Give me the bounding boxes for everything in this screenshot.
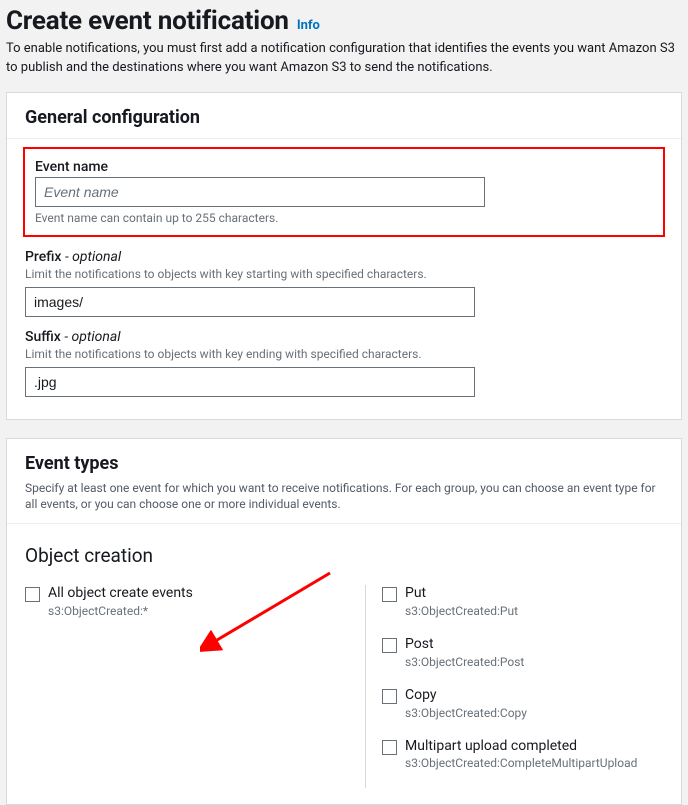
checkbox-post-input[interactable] <box>382 638 397 653</box>
checkbox-post: Post s3:ObjectCreated:Post <box>382 636 663 669</box>
suffix-hint: Limit the notifications to objects with … <box>25 347 663 361</box>
event-types-panel: Event types Specify at least one event f… <box>6 438 682 805</box>
checkbox-sub: s3:ObjectCreated:Put <box>405 604 518 618</box>
checkbox-label: Copy <box>405 687 527 704</box>
event-types-heading: Event types <box>25 453 663 474</box>
checkbox-all-object-create: All object create events s3:ObjectCreate… <box>25 585 345 618</box>
prefix-field: Prefix - optional Limit the notification… <box>25 249 663 317</box>
page-intro: To enable notifications, you must first … <box>6 40 682 78</box>
object-creation-grid: All object create events s3:ObjectCreate… <box>25 585 663 788</box>
info-link[interactable]: Info <box>297 18 320 33</box>
event-name-hint: Event name can contain up to 255 charact… <box>35 211 653 225</box>
general-configuration-panel: General configuration Event name Event n… <box>6 92 682 420</box>
event-name-input[interactable] <box>35 177 485 207</box>
suffix-input[interactable] <box>25 367 475 397</box>
checkbox-label: Multipart upload completed <box>405 738 637 755</box>
checkbox-label: Post <box>405 636 524 653</box>
general-heading: General configuration <box>25 107 663 128</box>
checkbox-all-object-create-input[interactable] <box>25 587 40 602</box>
suffix-label: Suffix <box>25 329 61 345</box>
object-creation-heading: Object creation <box>25 544 663 567</box>
checkbox-sub: s3:ObjectCreated:Copy <box>405 706 527 720</box>
page-title: Create event notification <box>6 6 289 36</box>
prefix-label: Prefix <box>25 249 61 265</box>
checkbox-copy: Copy s3:ObjectCreated:Copy <box>382 687 663 720</box>
checkbox-sub: s3:ObjectCreated:Post <box>405 655 524 669</box>
suffix-optional: - optional <box>64 329 120 345</box>
checkbox-copy-input[interactable] <box>382 689 397 704</box>
checkbox-sub: s3:ObjectCreated:* <box>48 604 193 618</box>
checkbox-multipart-input[interactable] <box>382 740 397 755</box>
checkbox-multipart: Multipart upload completed s3:ObjectCrea… <box>382 738 663 771</box>
event-name-label: Event name <box>35 159 653 175</box>
checkbox-put: Put s3:ObjectCreated:Put <box>382 585 663 618</box>
checkbox-put-input[interactable] <box>382 587 397 602</box>
checkbox-label: Put <box>405 585 518 602</box>
suffix-field: Suffix - optional Limit the notification… <box>25 329 663 397</box>
event-name-field: Event name Event name can contain up to … <box>23 147 665 237</box>
checkbox-sub: s3:ObjectCreated:CompleteMultipartUpload <box>405 756 637 770</box>
prefix-input[interactable] <box>25 287 475 317</box>
prefix-hint: Limit the notifications to objects with … <box>25 267 663 281</box>
event-types-desc: Specify at least one event for which you… <box>25 480 663 514</box>
checkbox-label: All object create events <box>48 585 193 602</box>
prefix-optional: - optional <box>65 249 121 265</box>
